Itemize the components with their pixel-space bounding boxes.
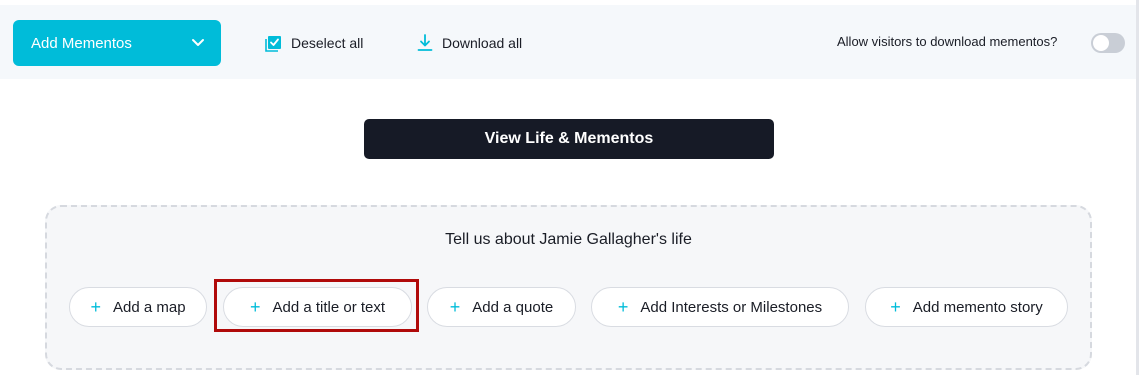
view-life-mementos-button[interactable]: View Life & Mementos	[364, 119, 774, 159]
allow-download-toggle[interactable]	[1091, 33, 1125, 53]
add-mementos-label: Add Mementos	[31, 34, 132, 52]
add-mementos-dropdown[interactable]: Add Mementos	[13, 20, 221, 66]
toggle-knob	[1093, 35, 1109, 51]
add-map-button[interactable]: + Add a map	[69, 287, 207, 327]
life-story-panel: Tell us about Jamie Gallagher's life + A…	[45, 205, 1092, 370]
toolbar: Add Mementos Deselect all Download all A…	[0, 0, 1136, 79]
plus-icon: +	[449, 297, 461, 317]
add-interests-milestones-label: Add Interests or Milestones	[640, 298, 823, 316]
download-all-button[interactable]: Download all	[417, 34, 522, 52]
life-prompt-heading: Tell us about Jamie Gallagher's life	[445, 231, 692, 248]
plus-icon: +	[617, 297, 629, 317]
page: Add Mementos Deselect all Download all A…	[0, 0, 1139, 375]
add-quote-button[interactable]: + Add a quote	[427, 287, 576, 327]
plus-icon: +	[90, 297, 101, 317]
allow-download-label: Allow visitors to download mementos?	[837, 34, 1058, 49]
add-interests-milestones-button[interactable]: + Add Interests or Milestones	[591, 287, 849, 327]
deselect-all-button[interactable]: Deselect all	[265, 34, 363, 52]
add-memento-story-button[interactable]: + Add memento story	[865, 287, 1068, 327]
plus-icon: +	[890, 297, 901, 317]
selection-highlight-box	[214, 279, 419, 332]
chevron-down-icon	[192, 39, 204, 46]
add-quote-label: Add a quote	[472, 298, 554, 316]
toolbar-top-divider	[0, 0, 1136, 5]
deselect-all-label: Deselect all	[291, 35, 364, 51]
add-memento-story-label: Add memento story	[912, 298, 1043, 316]
checkbox-check-icon	[265, 35, 281, 52]
download-all-label: Download all	[442, 35, 523, 51]
add-map-label: Add a map	[112, 298, 186, 316]
download-icon	[417, 34, 433, 51]
